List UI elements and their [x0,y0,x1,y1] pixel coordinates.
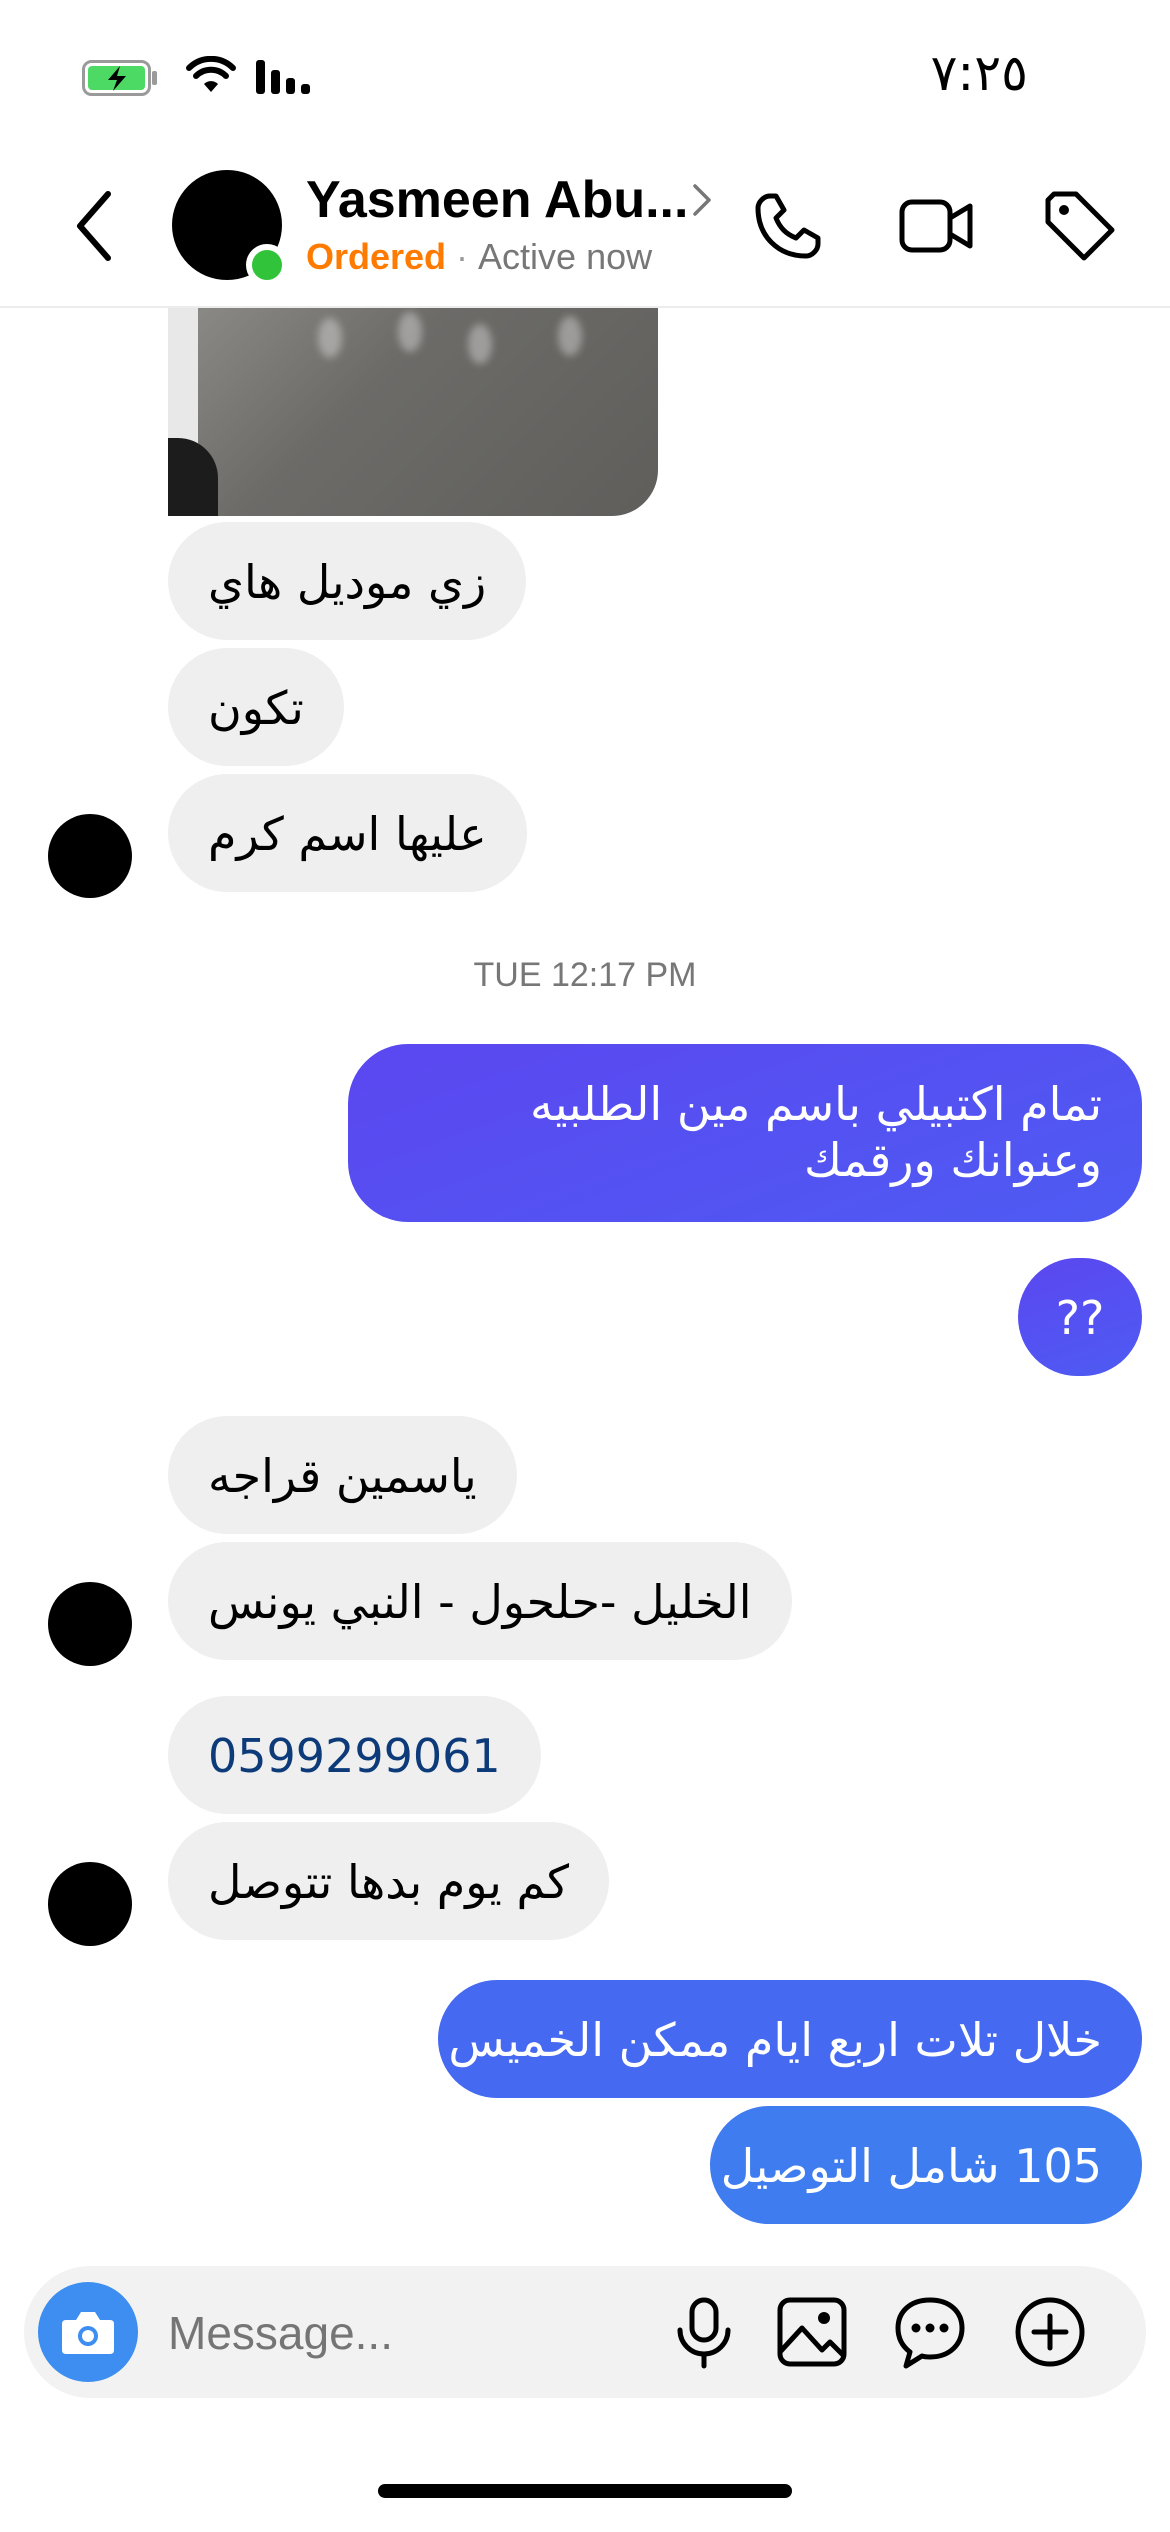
tag-icon[interactable] [1040,186,1120,266]
message-bubble-sent[interactable]: تمام اكتبيلي باسم مين الطلبيه وعنوانك ور… [348,1044,1142,1222]
chat-header: Yasmeen Abu... Ordered · Active now [0,150,1170,308]
chevron-right-icon[interactable] [690,180,714,220]
message-bubble-received[interactable]: ياسمين قراجه [168,1416,517,1534]
phone-number-link[interactable]: 0599299061 [168,1696,541,1814]
chat-bubble-icon[interactable] [890,2292,970,2372]
contact-name[interactable]: Yasmeen Abu... [306,170,688,230]
instagram-dm-screen: ٧:٢٥ Yasmeen Abu... Ordered·Active now [0,0,1170,2532]
online-status-dot [246,244,288,286]
camera-icon [62,2312,114,2354]
phone-icon[interactable] [748,186,828,266]
photo-highlight [468,324,492,364]
sender-avatar[interactable] [48,1862,132,1946]
photo-highlight [318,318,342,358]
video-call-icon[interactable] [896,186,976,266]
photo-highlight [558,316,582,356]
camera-button[interactable] [38,2282,138,2382]
message-bubble-sent[interactable]: 105 شامل التوصيل [710,2106,1142,2224]
plus-icon[interactable] [1010,2292,1090,2372]
photo-highlight [398,312,422,352]
message-bubble-received[interactable]: عليها اسم كرم [168,774,527,892]
message-timestamp: TUE 12:17 PM [473,956,697,994]
message-bubble-received[interactable]: زي موديل هاي [168,522,527,640]
home-indicator[interactable] [378,2484,792,2498]
status-bar: ٧:٢٥ [0,0,1170,150]
battery-charging-icon [82,60,157,96]
message-bubble-received[interactable]: كم يوم بدها تتوصل [168,1822,609,1940]
message-bubble-sent[interactable]: ?? [1018,1258,1142,1376]
status-time: ٧:٢٥ [930,44,1028,102]
contact-subtitle: Ordered · Active now [306,236,652,278]
cellular-signal-icon [256,60,310,94]
message-bubble-sent[interactable]: خلال تلات اربع ايام ممكن الخميس [438,1980,1142,2098]
sender-avatar[interactable] [48,814,132,898]
message-input[interactable] [166,2300,630,2366]
contact-avatar[interactable] [172,170,288,286]
message-bubble-received[interactable]: تكون [168,648,344,766]
gallery-icon[interactable] [772,2292,852,2372]
message-thread[interactable]: زي موديل هاي تكون عليها اسم كرم TUE 12:1… [0,308,1170,2258]
back-icon[interactable] [70,188,120,264]
separator-dot: · [456,236,469,277]
order-status-label[interactable]: Ordered [306,236,446,277]
message-composer [24,2266,1146,2398]
wifi-icon [186,56,236,92]
sender-avatar[interactable] [48,1582,132,1666]
shared-photo[interactable] [168,308,658,516]
microphone-icon[interactable] [664,2292,744,2372]
photo-shadow [168,438,218,516]
activity-status: Active now [478,236,653,277]
message-bubble-received[interactable]: الخليل -حلحول - النبي يونس [168,1542,792,1660]
